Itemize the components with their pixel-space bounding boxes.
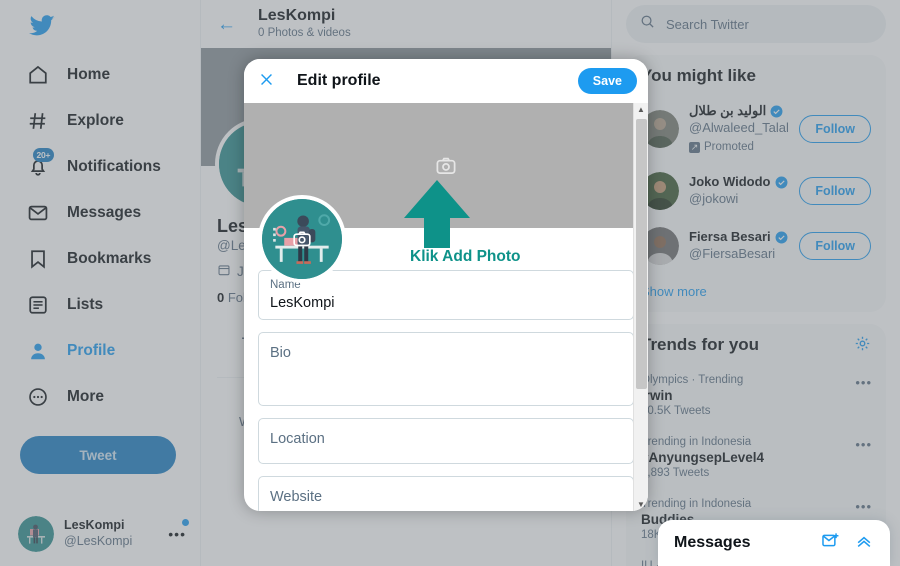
- messages-dock-title: Messages: [674, 534, 751, 551]
- chevron-up-icon[interactable]: [854, 531, 874, 556]
- new-message-icon[interactable]: [821, 531, 840, 555]
- annotation-label: Klik Add Photo: [410, 248, 521, 265]
- bio-field-placeholder: Bio: [270, 344, 291, 361]
- close-x-icon[interactable]: [258, 71, 275, 91]
- website-field-placeholder: Website: [270, 488, 323, 505]
- bio-field[interactable]: Bio: [258, 331, 634, 406]
- camera-icon[interactable]: [290, 227, 314, 251]
- modal-scrollbar[interactable]: ▲ ▼: [633, 103, 648, 511]
- location-field-placeholder: Location: [270, 430, 325, 447]
- modal-title: Edit profile: [297, 72, 381, 89]
- modal-header: Edit profile Save: [244, 59, 648, 103]
- messages-dock[interactable]: Messages: [658, 520, 890, 566]
- avatar-upload-area[interactable]: [258, 195, 346, 283]
- save-button[interactable]: Save: [577, 68, 637, 94]
- scrollbar-thumb[interactable]: [636, 119, 647, 389]
- scroll-down-arrow-icon[interactable]: ▼: [637, 498, 645, 511]
- twitter-edit-profile-screen: Home Explore 20+ Notifications Messages …: [0, 0, 900, 566]
- modal-body: Name LesKompi Bio Location Website ▲ ▼: [244, 103, 648, 511]
- camera-icon[interactable]: [433, 153, 459, 179]
- edit-profile-modal: Edit profile Save Name LesKompi Bio Loca…: [244, 59, 648, 511]
- website-field[interactable]: Website: [258, 475, 634, 511]
- messages-dock-actions: [821, 531, 874, 556]
- location-field[interactable]: Location: [258, 417, 634, 464]
- name-field-label: Name: [270, 279, 301, 291]
- scroll-up-arrow-icon[interactable]: ▲: [637, 103, 645, 116]
- name-field-value: LesKompi: [270, 294, 335, 311]
